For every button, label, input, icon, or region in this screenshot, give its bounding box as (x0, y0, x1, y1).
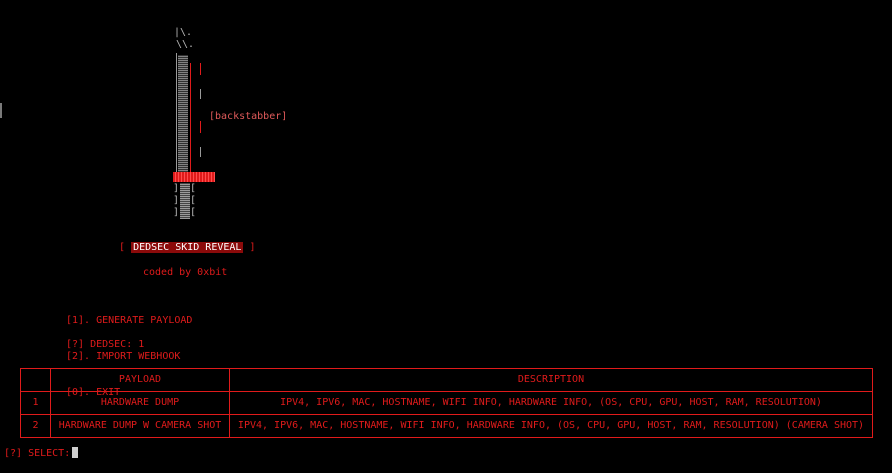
title-bracket-close: ] (249, 242, 256, 253)
select-prompt-label: [?] SELECT: (4, 448, 71, 459)
row-description: IPV4, IPV6, MAC, HOSTNAME, WIFI INFO, HA… (229, 391, 873, 415)
knife-label: [backstabber] (209, 111, 288, 122)
row-payload: HARDWARE DUMP (50, 391, 230, 415)
header-payload: PAYLOAD (50, 368, 230, 392)
menu-item-generate-payload[interactable]: [1]. GENERATE PAYLOAD (66, 315, 192, 327)
terminal-scroll-marker (0, 103, 2, 118)
header-index (20, 368, 51, 392)
credit-text: coded by 0xbit (143, 267, 228, 278)
header-description: DESCRIPTION (229, 368, 873, 392)
select-prompt[interactable]: [?] SELECT: (4, 447, 79, 460)
dedsec-prompt: [?] DEDSEC: 1 (66, 339, 145, 350)
row-index: 1 (20, 391, 51, 415)
text-cursor[interactable] (72, 447, 79, 458)
row-description: IPV4, IPV6, MAC, HOSTNAME, WIFI INFO, HA… (229, 414, 873, 438)
table-header-row: PAYLOAD DESCRIPTION (20, 368, 873, 392)
row-payload: HARDWARE DUMP W CAMERA SHOT (50, 414, 230, 438)
table-row[interactable]: 2 HARDWARE DUMP W CAMERA SHOT IPV4, IPV6… (20, 414, 873, 438)
table-row[interactable]: 1 HARDWARE DUMP IPV4, IPV6, MAC, HOSTNAM… (20, 391, 873, 415)
app-title: DEDSEC SKID REVEAL (131, 242, 244, 253)
row-index: 2 (20, 414, 51, 438)
payload-table: PAYLOAD DESCRIPTION 1 HARDWARE DUMP IPV4… (20, 368, 873, 438)
menu-item-import-webhook[interactable]: [2]. IMPORT WEBHOOK (66, 351, 192, 363)
title-bracket-open: [ (119, 242, 126, 253)
title-badge: [ DEDSEC SKID REVEAL ] (119, 242, 256, 254)
